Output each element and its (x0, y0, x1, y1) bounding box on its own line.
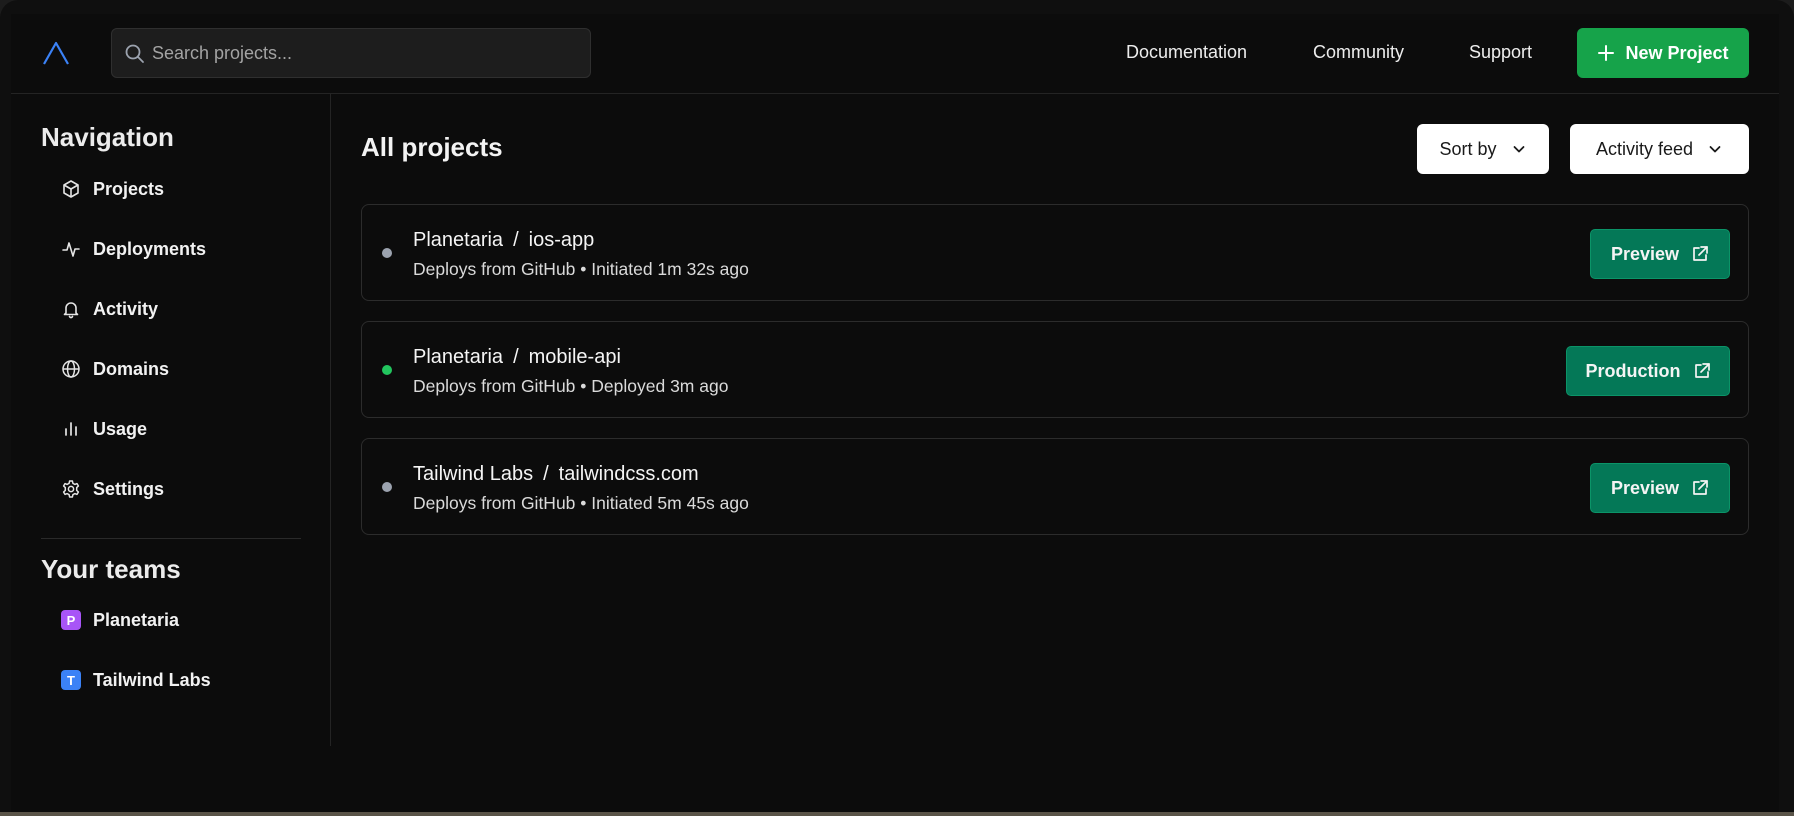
globe-icon (62, 360, 80, 378)
preview-label: Preview (1610, 477, 1680, 498)
navigation-heading: Navigation (41, 122, 174, 152)
sidebar-team-tailwind-labs[interactable]: T Tailwind Labs (61, 665, 211, 695)
bar-chart-icon (65, 422, 77, 436)
external-link-icon (1694, 363, 1710, 378)
sort-by-dropdown[interactable]: Sort by (1417, 124, 1549, 174)
top-header: Documentation Community Support New Proj… (11, 14, 1779, 94)
activity-feed-label: Activity feed (1595, 138, 1694, 159)
page-title: All projects (361, 132, 503, 162)
logo-icon[interactable] (41, 40, 71, 66)
project-team: Planetaria (413, 229, 504, 251)
sidebar-item-label: Settings (93, 478, 165, 499)
project-subtitle: Deploys from GitHub • Initiated 1m 32s a… (413, 259, 749, 279)
project-separator: / (543, 463, 549, 485)
status-dot (382, 248, 392, 258)
project-title: Planetaria / ios-app (413, 229, 594, 252)
sidebar-item-settings[interactable]: Settings (61, 474, 164, 504)
external-link-icon (1693, 480, 1708, 495)
nav-community-link[interactable]: Community (1313, 42, 1404, 63)
project-title: Tailwind Labs / tailwindcss.com (413, 463, 699, 486)
sidebar-item-deployments[interactable]: Deployments (61, 234, 206, 264)
sidebar: Navigation Projects Deployments Activity… (11, 94, 331, 746)
project-card-mobile-api[interactable]: Planetaria / mobile-api Deploys from Git… (361, 321, 1749, 418)
preview-button[interactable]: Preview (1590, 229, 1730, 279)
search-input[interactable] (152, 29, 572, 77)
search-bar[interactable] (111, 28, 591, 78)
new-project-button[interactable]: New Project (1577, 28, 1749, 78)
sidebar-item-label: Usage (93, 418, 148, 439)
nav-documentation-link[interactable]: Documentation (1126, 42, 1247, 63)
gear-icon (62, 480, 80, 498)
sidebar-item-label: Deployments (93, 238, 207, 259)
status-dot (382, 482, 392, 492)
cube-icon (63, 180, 79, 198)
team-avatar: P (61, 610, 81, 630)
project-card-ios-app[interactable]: Planetaria / ios-app Deploys from GitHub… (361, 204, 1749, 301)
sidebar-team-label: Tailwind Labs (93, 669, 211, 690)
sidebar-item-domains[interactable]: Domains (61, 354, 169, 384)
sidebar-item-label: Domains (93, 358, 170, 379)
bell-icon (63, 302, 79, 319)
sidebar-item-label: Activity (93, 298, 159, 319)
project-title: Planetaria / mobile-api (413, 346, 621, 369)
sidebar-team-planetaria[interactable]: P Planetaria (61, 605, 179, 635)
external-link-icon (1693, 246, 1708, 261)
plus-icon (1598, 45, 1615, 61)
chevron-down-icon (1709, 146, 1721, 153)
project-team: Planetaria (413, 346, 504, 368)
status-dot (382, 365, 392, 375)
project-name: tailwindcss.com (558, 463, 699, 485)
sidebar-team-label: Planetaria (93, 609, 180, 630)
sidebar-item-projects[interactable]: Projects (61, 174, 164, 204)
sidebar-divider (41, 538, 301, 539)
window-bottom-edge (0, 812, 1794, 816)
project-name: ios-app (528, 229, 595, 251)
preview-label: Preview (1610, 243, 1680, 264)
sidebar-item-activity[interactable]: Activity (61, 294, 158, 324)
app-frame: Documentation Community Support New Proj… (0, 0, 1794, 812)
project-subtitle: Deploys from GitHub • Deployed 3m ago (413, 376, 729, 396)
project-separator: / (513, 346, 519, 368)
sidebar-item-label: Projects (93, 178, 165, 199)
project-team: Tailwind Labs (413, 463, 534, 485)
project-name: mobile-api (528, 346, 621, 368)
app-window: Documentation Community Support New Proj… (11, 14, 1779, 812)
activity-feed-dropdown[interactable]: Activity feed (1570, 124, 1749, 174)
nav-support-link[interactable]: Support (1469, 42, 1532, 63)
production-button[interactable]: Production (1566, 346, 1730, 396)
teams-heading: Your teams (41, 554, 181, 584)
preview-button[interactable]: Preview (1590, 463, 1730, 513)
project-card-tailwindcss[interactable]: Tailwind Labs / tailwindcss.com Deploys … (361, 438, 1749, 535)
activity-pulse-icon (62, 242, 80, 257)
project-separator: / (513, 229, 519, 251)
new-project-label: New Project (1625, 42, 1729, 63)
chevron-down-icon (1513, 146, 1524, 153)
project-subtitle: Deploys from GitHub • Initiated 5m 45s a… (413, 493, 749, 513)
search-icon (125, 44, 144, 63)
production-label: Production (1585, 360, 1681, 381)
team-avatar: T (61, 670, 81, 690)
sidebar-item-usage[interactable]: Usage (61, 414, 147, 444)
sort-by-label: Sort by (1439, 138, 1497, 159)
